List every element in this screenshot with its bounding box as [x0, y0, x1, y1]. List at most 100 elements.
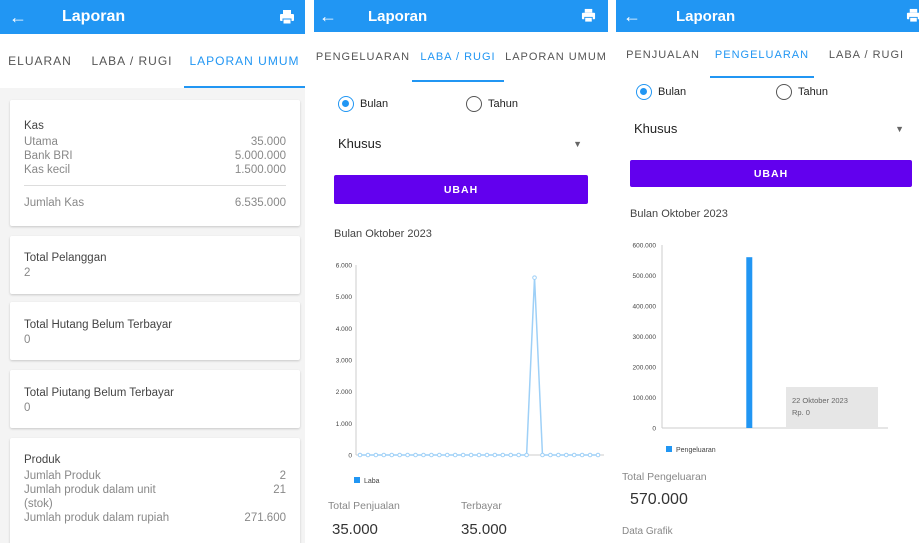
app-bar: ← Laporan: [616, 0, 919, 32]
produk-value: 21: [273, 484, 286, 496]
laba-data-point: [413, 452, 418, 458]
produk-row: Jumlah Produk 2: [24, 469, 286, 483]
radio-tahun[interactable]: Tahun: [466, 96, 518, 112]
produk-heading: Produk: [24, 454, 61, 466]
print-icon[interactable]: [279, 9, 295, 30]
radio-checked-icon: [338, 96, 354, 112]
tab-laporan-umum[interactable]: LAPORAN UMUM: [504, 32, 608, 82]
radio-bulan[interactable]: Bulan: [636, 84, 686, 100]
divider: [24, 185, 286, 186]
back-arrow-icon[interactable]: ←: [0, 7, 36, 28]
total-pengeluaran-value: 570.000: [630, 491, 688, 508]
select-value: Khusus: [338, 136, 382, 151]
print-icon[interactable]: [581, 8, 596, 28]
laba-data-point: [365, 452, 371, 458]
dropdown-caret-icon: ▼: [573, 138, 582, 149]
laba-data-point: [373, 452, 379, 458]
select-value: Khusus: [634, 121, 678, 136]
tab-penjualan[interactable]: PENJUALAN: [616, 32, 710, 78]
tab-laporan-umum[interactable]: LAPORAN UMUM: [184, 34, 305, 88]
piutang-value: 0: [24, 402, 31, 414]
data-grafik-label: Data Grafik: [622, 526, 673, 537]
kas-heading: Kas: [24, 120, 44, 132]
screen-laporan-umum: ← Laporan ELUARAN LABA / RUGI LAPORAN UM…: [0, 0, 305, 543]
total-penjualan-value: 35.000: [332, 521, 378, 538]
y-tick-label: 200.000: [633, 365, 657, 372]
y-tick-label: 2.000: [336, 389, 353, 396]
y-tick-label: 6.000: [336, 263, 353, 270]
laba-data-point: [476, 452, 482, 458]
laba-data-point: [500, 452, 506, 458]
terbayar-value: 35.000: [461, 521, 507, 538]
period-label: Bulan Oktober 2023: [630, 208, 728, 220]
radio-tahun-label: Tahun: [798, 86, 828, 98]
period-select[interactable]: Khusus ▼: [634, 121, 904, 136]
kas-value: 5.000.000: [234, 150, 286, 162]
kas-value: 1.500.000: [234, 164, 286, 176]
laba-data-point: [452, 452, 458, 458]
y-tick-label: 300.000: [633, 334, 657, 341]
pelanggan-value: 2: [24, 267, 31, 279]
kas-total-row: Jumlah Kas 6.535.000: [24, 196, 286, 210]
tab-pengeluaran[interactable]: PENGELUARAN: [314, 32, 412, 82]
laba-data-point: [437, 452, 442, 458]
laba-data-point: [421, 452, 426, 458]
produk-label: Jumlah produk dalam unit (stok): [24, 484, 156, 510]
hutang-heading: Total Hutang Belum Terbayar: [24, 319, 173, 331]
pelanggan-heading: Total Pelanggan: [24, 252, 107, 264]
radio-unchecked-icon: [776, 84, 792, 100]
screen-pengeluaran: ← Laporan PENJUALAN PENGELUARAN LABA / R…: [616, 0, 919, 543]
produk-label: Jumlah produk dalam rupiah: [24, 512, 170, 524]
app-title: Laporan: [676, 7, 736, 25]
laba-data-point: [532, 275, 537, 280]
produk-card: Produk Jumlah Produk 2 Jumlah produk dala…: [10, 438, 300, 543]
y-tick-label: 400.000: [633, 304, 657, 311]
laba-data-point: [468, 452, 474, 458]
kas-label: Utama: [24, 136, 58, 148]
y-tick-label: 5.000: [336, 294, 353, 301]
radio-bulan[interactable]: Bulan: [338, 96, 388, 112]
kas-row: Kas kecil 1.500.000: [24, 163, 286, 177]
print-icon[interactable]: [906, 8, 919, 28]
app-bar: ← Laporan: [0, 0, 305, 34]
tab-bar: PENGELUARAN LABA / RUGI LAPORAN UMUM: [314, 32, 608, 82]
app-title: Laporan: [62, 8, 126, 25]
radio-bulan-label: Bulan: [360, 98, 389, 110]
tab-pengeluaran[interactable]: ELUARAN: [0, 34, 80, 88]
laba-data-point: [508, 452, 514, 458]
back-arrow-icon[interactable]: ←: [314, 6, 342, 27]
y-tick-label: 0: [348, 453, 352, 460]
laba-data-point: [556, 452, 561, 458]
legend-label: Laba: [364, 478, 380, 485]
dropdown-caret-icon: ▼: [895, 123, 904, 134]
radio-checked-icon: [636, 84, 652, 100]
kas-total-value: 6.535.000: [234, 197, 286, 209]
legend-swatch: [666, 446, 672, 452]
total-pengeluaran-label: Total Pengeluaran: [622, 471, 707, 483]
legend-label: Pengeluaran: [676, 447, 716, 454]
pengeluaran-bar: [746, 257, 753, 428]
ubah-button[interactable]: UBAH: [630, 160, 912, 187]
tab-laba-rugi[interactable]: LABA / RUGI: [80, 34, 184, 88]
ubah-button[interactable]: UBAH: [334, 175, 588, 204]
tab-pengeluaran[interactable]: PENGELUARAN: [710, 32, 814, 78]
produk-label: Jumlah Produk: [24, 470, 101, 482]
app-bar: ← Laporan: [314, 0, 608, 32]
laba-data-point: [571, 452, 577, 458]
tab-laba-rugi[interactable]: LABA / RUGI: [412, 32, 504, 82]
kas-label: Bank BRI: [24, 150, 73, 162]
legend-swatch: [354, 477, 360, 483]
laba-data-point: [595, 452, 601, 458]
period-select[interactable]: Khusus ▼: [338, 136, 582, 151]
radio-tahun-label: Tahun: [488, 98, 518, 110]
kas-total-label: Jumlah Kas: [24, 197, 85, 209]
laba-data-point: [397, 452, 402, 458]
piutang-heading: Total Piutang Belum Terbayar: [24, 387, 175, 399]
tab-laba-rugi[interactable]: LABA / RUGI: [814, 32, 919, 78]
back-arrow-icon[interactable]: ←: [616, 6, 648, 27]
tab-bar: PENJUALAN PENGELUARAN LABA / RUGI: [616, 32, 919, 78]
produk-row: Jumlah produk dalam unit (stok) 21: [24, 483, 286, 511]
tooltip-date: 22 Oktober 2023: [792, 396, 848, 405]
y-tick-label: 1.000: [336, 421, 353, 428]
radio-tahun[interactable]: Tahun: [776, 84, 828, 100]
